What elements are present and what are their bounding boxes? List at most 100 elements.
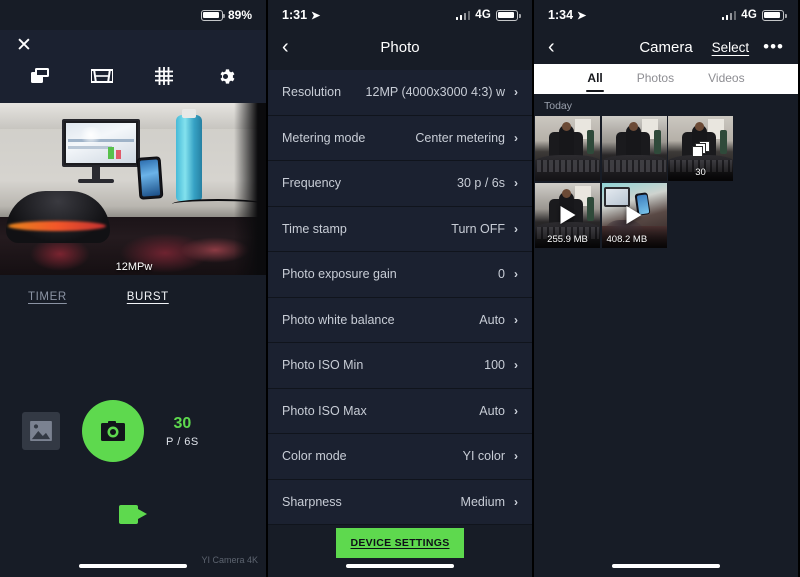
setting-label: Photo exposure gain [282, 267, 397, 282]
chevron-right-icon: › [514, 494, 518, 509]
setting-value: Center metering [415, 130, 505, 145]
settings-navbar: ‹ Photo [268, 30, 532, 64]
setting-label: Resolution [282, 85, 342, 100]
device-settings-button[interactable]: DEVICE SETTINGS [336, 528, 464, 558]
network-label-settings: 4G [475, 9, 491, 21]
network-label-gallery: 4G [741, 9, 757, 21]
camera-panel: 89% ✕ 12MPw TIMER BURST 30 P / 6S YI Cam… [0, 0, 268, 577]
setting-label: Color mode [282, 449, 347, 464]
setting-label: Metering mode [282, 130, 366, 145]
setting-value: Auto [479, 403, 505, 418]
status-time-settings: 1:31 [282, 8, 308, 22]
burst-count: 30 [173, 414, 192, 432]
photo-settings-panel: 1:31 ➤ 4G ‹ Photo Resolution 12MP (4000x3… [268, 0, 534, 577]
mode-timer[interactable]: TIMER [28, 291, 67, 303]
gallery-tabs: All Photos Videos [534, 64, 798, 94]
setting-value: 0 [498, 267, 505, 282]
burst-stack-icon [691, 140, 710, 157]
status-time-gallery: 1:34 [548, 8, 574, 22]
location-arrow-icon: ➤ [577, 9, 587, 22]
table-row[interactable]: Sharpness Medium › [268, 479, 532, 525]
lens-view-icon[interactable] [89, 63, 115, 89]
table-row[interactable]: Color mode YI color › [268, 434, 532, 480]
battery-icon [200, 9, 226, 21]
gallery-navbar: ‹ Camera Select ••• [534, 30, 798, 64]
table-row[interactable]: Photo ISO Max Auto › [268, 388, 532, 434]
more-options-icon[interactable]: ••• [763, 38, 784, 55]
list-item[interactable]: 30 [668, 116, 733, 181]
list-item[interactable]: 408.2 MB [601, 182, 667, 248]
chevron-right-icon: › [514, 449, 518, 464]
screenshot-root: 89% ✕ 12MPw TIMER BURST 30 P / 6S YI Cam… [0, 0, 800, 577]
setting-value: YI color [462, 449, 505, 464]
page-title-photo: Photo [380, 38, 420, 56]
chevron-right-icon: › [514, 85, 518, 100]
chevron-right-icon: › [514, 130, 518, 145]
camera-mode-icon[interactable] [28, 63, 54, 89]
tab-photos[interactable]: Photos [637, 71, 674, 87]
setting-label: Photo ISO Max [282, 403, 367, 418]
battery-icon-settings [496, 9, 521, 21]
setting-label: Photo ISO Min [282, 358, 364, 373]
battery-percent-label: 89% [227, 8, 252, 22]
chevron-right-icon: › [514, 403, 518, 418]
list-item[interactable] [601, 116, 667, 181]
capture-mode-row: TIMER BURST [0, 275, 266, 303]
video-mode-button[interactable] [0, 505, 266, 524]
status-bar-gallery: 1:34 ➤ 4G [534, 0, 798, 30]
table-row[interactable]: Metering mode Center metering › [268, 115, 532, 161]
setting-value: 30 p / 6s [457, 176, 505, 191]
chevron-right-icon: › [514, 221, 518, 236]
status-bar-camera: 89% [0, 0, 266, 30]
settings-gear-icon[interactable] [212, 63, 238, 89]
battery-icon-gallery [762, 9, 787, 21]
play-icon [560, 206, 575, 224]
preview-image [0, 103, 266, 275]
table-row[interactable]: Photo exposure gain 0 › [268, 252, 532, 298]
list-item[interactable]: 255.9 MB [535, 182, 600, 248]
camera-preview[interactable]: 12MPw [0, 103, 266, 275]
chevron-right-icon: › [514, 176, 518, 191]
list-item[interactable] [535, 116, 600, 181]
setting-value: Turn OFF [451, 221, 505, 236]
camera-toolbar: ✕ [0, 30, 266, 103]
chevron-right-icon: › [514, 358, 518, 373]
thumb-caption: 408.2 MB [606, 233, 648, 245]
setting-value: Medium [460, 494, 505, 509]
setting-label: Frequency [282, 176, 342, 191]
select-button[interactable]: Select [712, 40, 750, 55]
chevron-right-icon: › [514, 312, 518, 327]
signal-icon [455, 10, 471, 20]
back-button-settings[interactable]: ‹ [282, 37, 289, 57]
thumb-caption: 30 [695, 167, 706, 178]
tab-all[interactable]: All [587, 71, 602, 87]
settings-list: Resolution 12MP (4000x3000 4:3) w › Meteri… [268, 70, 532, 525]
section-header-today: Today [544, 100, 573, 112]
setting-label: Photo white balance [282, 312, 395, 327]
table-row[interactable]: Photo white balance Auto › [268, 297, 532, 343]
close-icon[interactable]: ✕ [0, 30, 266, 63]
chevron-right-icon: › [514, 267, 518, 282]
home-indicator-3 [534, 564, 798, 568]
video-camera-icon [119, 505, 147, 524]
gallery-thumbnail-button[interactable] [22, 412, 60, 450]
table-row[interactable]: Photo ISO Min 100 › [268, 343, 532, 389]
setting-value: 100 [484, 358, 505, 373]
capture-controls: 30 P / 6S [0, 400, 266, 462]
back-button-gallery[interactable]: ‹ [548, 37, 555, 57]
home-indicator-2 [268, 564, 532, 568]
thumb-caption: 255.9 MB [547, 233, 588, 245]
preview-resolution-label: 12MPw [115, 261, 153, 273]
setting-label: Time stamp [282, 221, 347, 236]
table-row[interactable]: Frequency 30 p / 6s › [268, 161, 532, 207]
play-icon [626, 206, 642, 224]
shutter-button[interactable] [82, 400, 144, 462]
grid-icon[interactable] [151, 63, 177, 89]
setting-value: Auto [479, 312, 505, 327]
tab-videos[interactable]: Videos [708, 71, 744, 87]
mode-burst[interactable]: BURST [127, 291, 169, 303]
location-arrow-icon: ➤ [311, 9, 321, 22]
table-row[interactable]: Resolution 12MP (4000x3000 4:3) w › [268, 70, 532, 116]
setting-value: 12MP (4000x3000 4:3) w [365, 85, 505, 100]
table-row[interactable]: Time stamp Turn OFF › [268, 206, 532, 252]
